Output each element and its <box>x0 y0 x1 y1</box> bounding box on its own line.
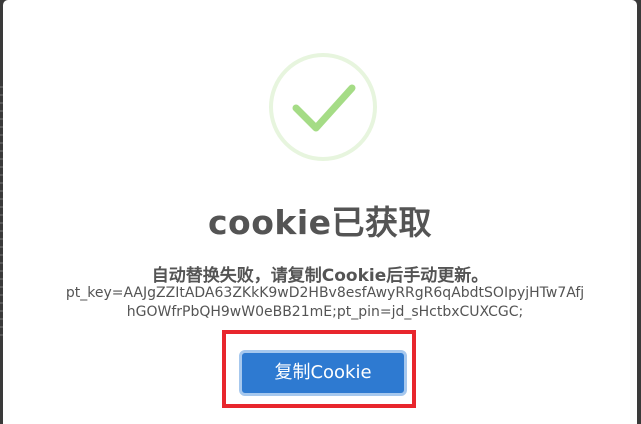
dialog-title: cookie已获取 <box>207 203 433 242</box>
dialog-subtitle: 自动替换失败，请复制Cookie后手动更新。 <box>151 266 489 286</box>
cookie-value-text: pt_key=AAJgZZItADA63ZKkK9wD2HBv8esfAwyRR… <box>65 285 585 320</box>
cookie-dialog: cookie已获取 自动替换失败，请复制Cookie后手动更新。 pt_key=… <box>3 0 637 424</box>
copy-cookie-button[interactable]: 复制Cookie <box>239 350 407 396</box>
success-checkmark-icon <box>269 53 377 161</box>
